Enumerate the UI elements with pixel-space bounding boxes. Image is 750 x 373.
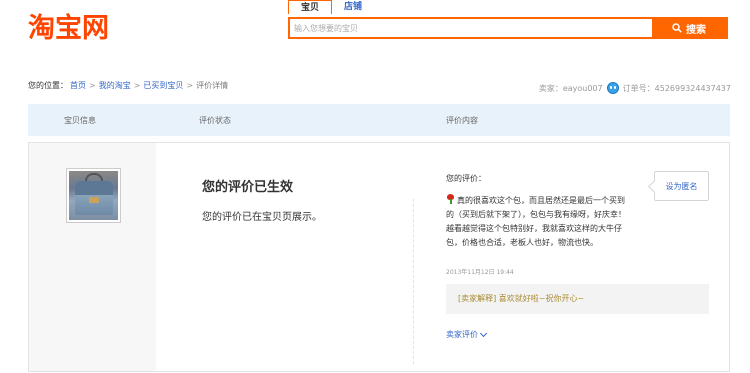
breadcrumb-prefix: 您的位置： <box>28 81 68 90</box>
search-tabs: 宝贝 店铺 <box>288 0 374 14</box>
breadcrumb-bought-items[interactable]: 已买到宝贝 <box>143 80 183 91</box>
seller-reply: [卖家解释] 喜欢就好啦~祝你开心~ <box>446 284 709 314</box>
seller-review-toggle[interactable]: 卖家评价 <box>446 329 488 340</box>
search-box: 搜索 <box>288 17 728 39</box>
header-item-info: 宝贝信息 <box>64 115 96 125</box>
set-anonymous-button[interactable]: 设为匿名 <box>654 171 709 201</box>
review-status-desc: 您的评价已在宝贝页展示。 <box>202 212 322 223</box>
order-number: 订单号：452699324437437 <box>622 83 731 93</box>
seller-order-info: 卖家：eayou007 订单号：452699324437437 <box>539 82 731 94</box>
breadcrumb-home[interactable]: 首页 <box>70 80 86 91</box>
item-thumbnail[interactable] <box>66 168 121 223</box>
review-time: 2013年11月12日 19:44 <box>446 269 514 276</box>
set-anonymous-label: 设为匿名 <box>665 181 698 191</box>
rose-icon <box>446 194 456 204</box>
breadcrumb-separator: > <box>186 81 194 90</box>
seller-name: 卖家：eayou007 <box>538 83 603 93</box>
review-body: 真的很喜欢这个包，而且居然还是最后一个买到的（买到后就下架了），包包与我有缘呀，… <box>446 196 626 247</box>
seller-review-label: 卖家评价 <box>446 330 478 339</box>
seller-reply-text: 喜欢就好啦~祝你开心~ <box>498 294 585 303</box>
denim-bag-image <box>69 171 118 220</box>
chevron-down-icon <box>479 329 488 337</box>
table-header: 宝贝信息 评价状态 评价内容 <box>28 104 730 136</box>
column-divider <box>413 199 414 364</box>
search-input[interactable] <box>292 19 652 37</box>
breadcrumb-separator: > <box>133 81 141 90</box>
search-button-label: 搜索 <box>686 24 706 36</box>
seller-reply-tag: [卖家解释] <box>458 294 497 303</box>
your-review-label: 您的评价： <box>446 174 486 183</box>
tab-item[interactable]: 宝贝 <box>288 0 333 14</box>
wangwang-chat-icon[interactable] <box>606 82 619 94</box>
review-text: 真的很喜欢这个包，而且居然还是最后一个买到的（买到后就下架了），包包与我有缘呀，… <box>446 194 628 250</box>
taobao-logo[interactable]: 淘宝网 <box>28 6 109 45</box>
review-row: 您的评价已生效 您的评价已在宝贝页展示。 您的评价： 真的很喜欢这个包，而且居然… <box>28 142 730 372</box>
item-info-cell <box>29 143 156 371</box>
review-status-title: 您的评价已生效 <box>202 180 294 195</box>
search-icon <box>672 23 682 33</box>
tab-shop[interactable]: 店铺 <box>332 0 374 14</box>
breadcrumb-my-taobao[interactable]: 我的淘宝 <box>99 80 131 91</box>
search-button[interactable]: 搜索 <box>652 19 726 37</box>
header-review-content: 评价内容 <box>446 115 478 125</box>
breadcrumb-separator: > <box>89 81 96 90</box>
header-review-status: 评价状态 <box>199 115 231 125</box>
breadcrumb-current: 评价详情 <box>196 81 229 90</box>
breadcrumb: 您的位置： 首页 > 我的淘宝 > 已买到宝贝 > 评价详情 <box>28 80 228 91</box>
